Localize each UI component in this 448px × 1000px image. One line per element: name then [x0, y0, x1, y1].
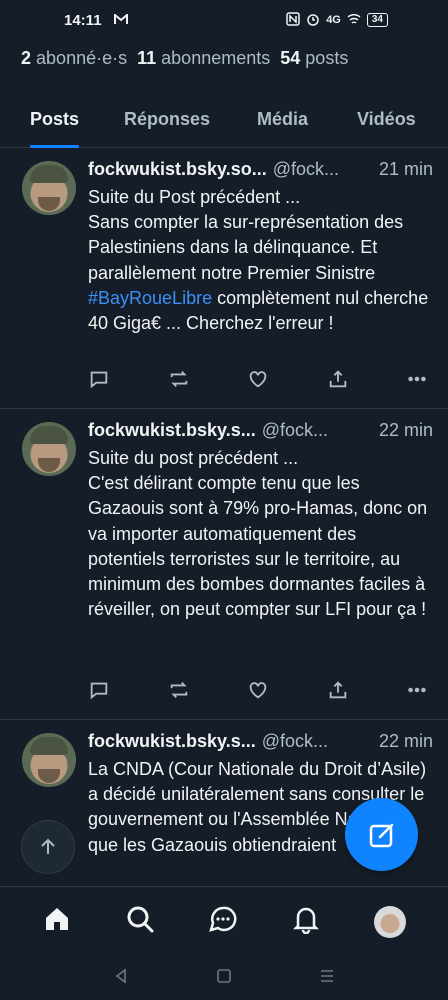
compose-button[interactable] — [345, 798, 418, 871]
post-header: fockwukist.bsky.s... @fock... 22 min — [88, 731, 433, 752]
author-name[interactable]: fockwukist.bsky.s... — [88, 731, 256, 752]
alarm-icon — [306, 12, 320, 29]
home-button-icon[interactable] — [216, 968, 232, 989]
following-stat[interactable]: 11 abonnements — [137, 48, 270, 69]
tab-media[interactable]: Média — [257, 96, 308, 148]
profile-avatar[interactable] — [373, 905, 406, 938]
author-handle[interactable]: @fock... — [273, 159, 367, 180]
search-icon[interactable] — [125, 904, 155, 939]
like-icon[interactable] — [247, 368, 269, 395]
profile-stats: 2 abonné·e·s 11 abonnements 54 posts — [21, 48, 348, 69]
post-text: Suite du post précédent ... C'est délira… — [88, 448, 428, 620]
tab-replies[interactable]: Réponses — [124, 96, 210, 148]
battery-icon: 34 — [366, 13, 388, 27]
recents-icon[interactable] — [319, 968, 335, 989]
tab-posts[interactable]: Posts — [30, 96, 80, 148]
post-header: fockwukist.bsky.s... @fock... 22 min — [88, 420, 433, 441]
avatar[interactable] — [22, 161, 76, 215]
post-item[interactable]: fockwukist.bsky.s... @fock... 22 min Sui… — [0, 410, 448, 720]
post-text: Suite du Post précédent ... Sans compter… — [88, 187, 429, 334]
status-time: 14:11 — [64, 11, 102, 29]
wifi-icon — [347, 13, 361, 28]
hashtag-link[interactable]: #BayRoueLibre — [88, 288, 212, 308]
compose-icon — [369, 823, 393, 847]
post-time: 21 min — [378, 159, 433, 179]
avatar[interactable] — [22, 422, 76, 476]
reply-icon[interactable] — [88, 679, 110, 706]
scroll-to-top-button[interactable] — [21, 820, 75, 874]
repost-icon[interactable] — [168, 679, 190, 706]
home-icon[interactable] — [42, 904, 72, 939]
post-actions — [88, 680, 428, 704]
nfc-icon — [286, 11, 300, 29]
notifications-icon[interactable] — [291, 904, 321, 939]
system-nav — [0, 956, 448, 1000]
avatar[interactable] — [22, 733, 76, 787]
author-name[interactable]: fockwukist.bsky.s... — [88, 420, 256, 441]
signal-label: 4G — [326, 14, 341, 26]
reply-icon[interactable] — [88, 368, 110, 395]
author-handle[interactable]: @fock... — [262, 731, 367, 752]
post-time: 22 min — [378, 731, 433, 751]
post-actions — [88, 369, 428, 393]
more-icon[interactable] — [406, 679, 428, 706]
post-time: 22 min — [378, 420, 433, 440]
arrow-up-icon — [41, 838, 55, 854]
bottom-nav — [0, 886, 448, 956]
tab-videos[interactable]: Vidéos — [357, 96, 416, 148]
like-icon[interactable] — [247, 679, 269, 706]
followers-stat[interactable]: 2 abonné·e·s — [21, 48, 127, 69]
profile-tabs: Posts Réponses Média Vidéos — [0, 96, 448, 148]
back-icon[interactable] — [113, 967, 129, 989]
status-bar: 14:11 4G 34 — [0, 0, 448, 40]
gmail-icon — [113, 12, 128, 29]
posts-stat: 54 posts — [280, 48, 349, 68]
post-header: fockwukist.bsky.so... @fock... 21 min — [88, 159, 433, 180]
share-icon[interactable] — [327, 368, 349, 395]
share-icon[interactable] — [327, 679, 349, 706]
chat-icon[interactable] — [208, 904, 238, 939]
author-name[interactable]: fockwukist.bsky.so... — [88, 159, 267, 180]
author-handle[interactable]: @fock... — [262, 420, 367, 441]
repost-icon[interactable] — [168, 368, 190, 395]
more-icon[interactable] — [406, 368, 428, 395]
post-item[interactable]: fockwukist.bsky.so... @fock... 21 min Su… — [0, 149, 448, 409]
